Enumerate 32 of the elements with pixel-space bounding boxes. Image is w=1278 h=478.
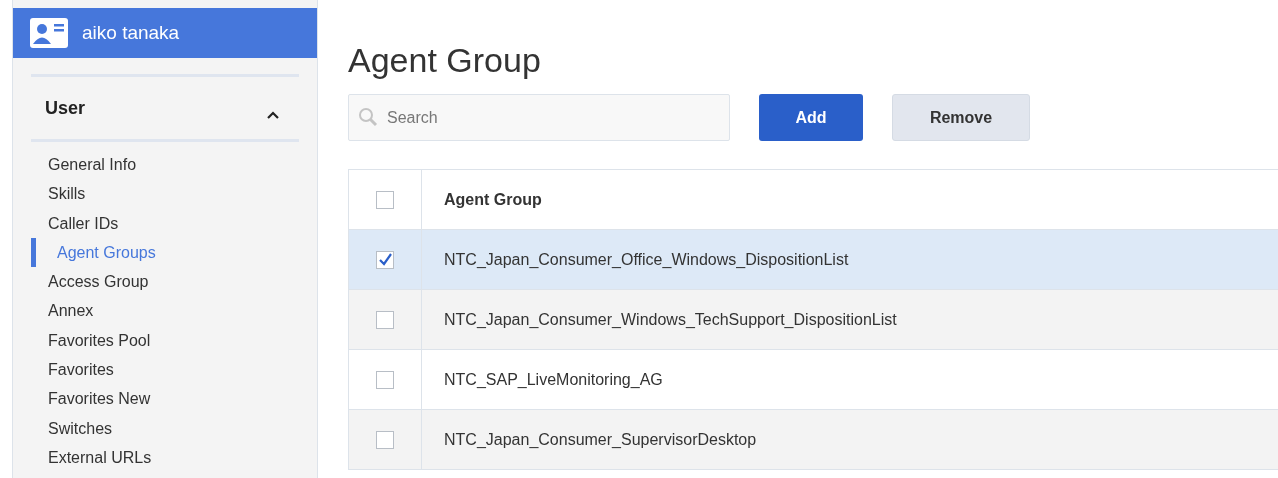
action-button[interactable]: Add <box>759 94 863 141</box>
search-icon <box>358 107 378 127</box>
sidebar-item[interactable]: Agent Groups <box>31 237 156 268</box>
sidebar-item[interactable]: Favorites Pool <box>13 325 151 356</box>
action-button[interactable]: Remove <box>892 94 1030 141</box>
sidebar-item[interactable]: Favorites <box>13 355 114 385</box>
sidebar-item[interactable]: Favorites New <box>13 384 151 414</box>
checkbox[interactable] <box>376 190 394 209</box>
sidebar-item[interactable]: Skills <box>13 179 86 209</box>
sidebar-item[interactable]: General Info <box>13 150 137 180</box>
column-header: Agent Group <box>443 189 542 210</box>
contact-card-icon <box>30 18 68 48</box>
sidebar-item[interactable]: Annex <box>13 296 94 326</box>
table-row[interactable]: NTC_Japan_Consumer_SupervisorDesktop <box>349 410 1278 470</box>
search-field[interactable]: Search <box>348 94 730 141</box>
table-cell-text: NTC_Japan_Consumer_SupervisorDesktop <box>443 429 757 450</box>
user-name: aiko tanaka <box>82 20 180 45</box>
table-row[interactable]: NTC_Japan_Consumer_Windows_TechSupport_DispositionList <box>349 290 1278 350</box>
table-cell-text: NTC_Japan_Consumer_Office_Windows_DispositionList <box>443 249 849 270</box>
sidebar-item[interactable]: Caller IDs <box>13 208 119 238</box>
page-title: Agent Group <box>348 40 542 80</box>
checkbox[interactable] <box>376 370 394 389</box>
table-cell-text: NTC_Japan_Consumer_Windows_TechSupport_DispositionList <box>443 309 897 330</box>
sidebar-item[interactable]: Switches <box>13 413 113 443</box>
sidebar-item[interactable]: External URLs <box>13 442 152 473</box>
section-title: User <box>45 96 86 120</box>
sidebar-item[interactable]: Access Group <box>13 267 149 297</box>
table-cell-text: NTC_SAP_LiveMonitoring_AG <box>443 369 663 390</box>
checkbox[interactable] <box>376 310 394 329</box>
checkbox[interactable] <box>376 250 394 269</box>
checkbox[interactable] <box>376 430 394 449</box>
table-row[interactable]: NTC_Japan_Consumer_Office_Windows_DispositionList <box>349 230 1278 290</box>
